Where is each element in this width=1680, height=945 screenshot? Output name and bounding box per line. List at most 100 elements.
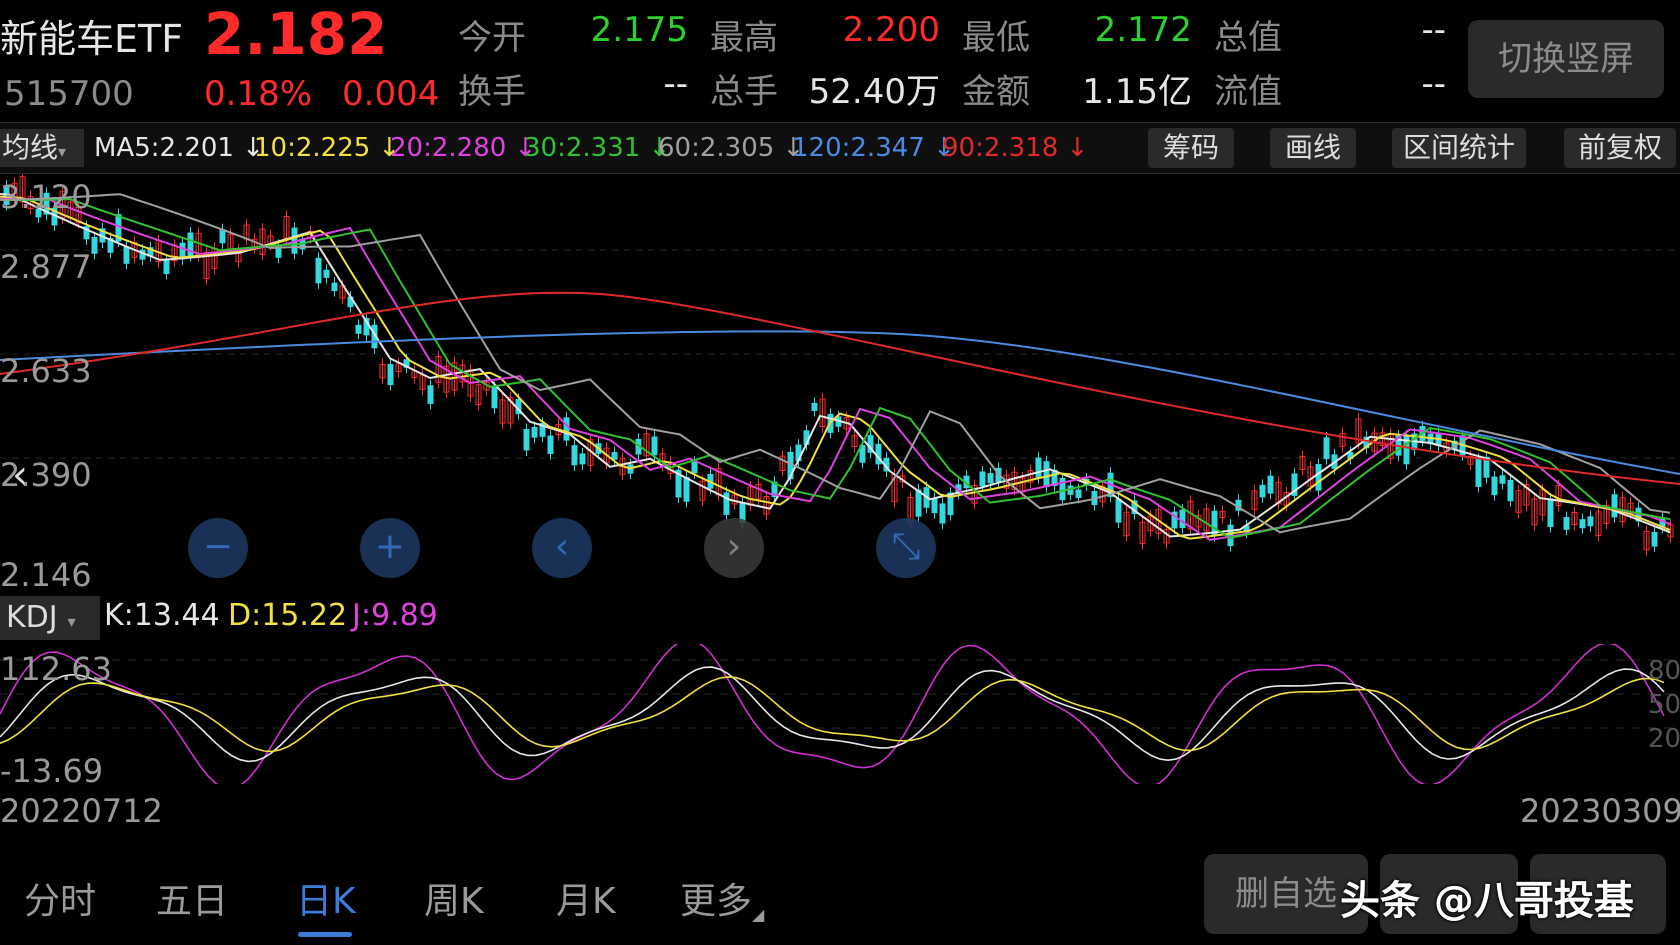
quote-value: --: [1421, 10, 1446, 50]
candle-body: [323, 269, 330, 278]
candle-body: [1315, 464, 1322, 491]
tab-daily-k[interactable]: 日K: [296, 872, 356, 924]
quote-value: 1.15亿: [1082, 72, 1192, 112]
fund-name: 新能车ETF: [0, 17, 184, 61]
candle-body: [1547, 498, 1554, 528]
plus-icon: +: [374, 526, 406, 567]
current-price: 2.182: [204, 0, 388, 68]
kdj-d-value: D:15.22: [228, 598, 348, 633]
ma-line: [0, 291, 1680, 485]
kdj-right-label: 50: [1648, 690, 1680, 720]
candle-body: [1043, 461, 1050, 488]
watermark: 头条 @八哥投基: [1340, 878, 1634, 924]
quote-label: 总手: [710, 72, 778, 112]
zoom-in-button[interactable]: +: [360, 518, 420, 578]
kdj-selector[interactable]: KDJ ▾: [0, 596, 100, 640]
ma-value: 60:2.305 ↓: [658, 133, 805, 163]
draw-line-button[interactable]: 画线: [1270, 128, 1356, 168]
quote-label: 最低: [962, 18, 1030, 58]
switch-portrait-button[interactable]: 切换竖屏: [1468, 20, 1664, 98]
candle-body: [691, 461, 698, 474]
candle-body: [651, 436, 658, 456]
candle-body: [331, 282, 338, 292]
candle-body: [123, 246, 130, 264]
price-axis-label: 2.877: [0, 248, 92, 286]
kdj-chart[interactable]: [0, 644, 1680, 784]
moving-average-bar: 均线▾ MA5:2.201 ↓ 10:2.225 ↓ 20:2.280 ↓ 30:2.…: [0, 122, 1680, 174]
end-date: 20230309: [1520, 792, 1680, 830]
candlestick-chart[interactable]: [0, 174, 1680, 588]
pan-left-button[interactable]: ‹: [532, 518, 592, 578]
kdj-k-value: K:13.44: [104, 598, 220, 633]
ma-value: MA5:2.201 ↓: [94, 133, 265, 163]
candle-body: [939, 503, 946, 524]
quote-label: 换手: [458, 72, 526, 112]
candle-body: [1611, 494, 1618, 518]
candle-body: [1179, 509, 1186, 529]
tab-more-label: 更多: [680, 881, 753, 922]
tab-intraday[interactable]: 分时: [24, 872, 96, 924]
candle-body: [1499, 475, 1506, 484]
quote-value: --: [1421, 64, 1446, 104]
candle-body: [355, 324, 362, 334]
forward-adjust-button[interactable]: 前复权: [1564, 128, 1676, 168]
ma-line: [0, 330, 1680, 475]
chevron-right-icon: ›: [726, 526, 742, 567]
candle-body: [811, 402, 818, 412]
candle-body: [1075, 489, 1082, 498]
kdj-right-label: 80: [1648, 656, 1680, 686]
range-stats-button[interactable]: 区间统计: [1392, 128, 1526, 168]
start-date: 20220712: [0, 792, 163, 830]
candle-body: [1323, 437, 1330, 460]
chip-button[interactable]: 筹码: [1148, 128, 1234, 168]
candle-body: [491, 386, 498, 409]
collapse-button[interactable]: ⤡: [876, 518, 936, 578]
quote-value: 2.175: [590, 10, 688, 50]
ma-value: 120:2.347 ↓: [792, 133, 955, 163]
chevron-left-icon: ‹: [554, 526, 570, 567]
candle-body: [219, 229, 226, 244]
kdj-selector-label: KDJ: [6, 600, 58, 635]
indicator-selector[interactable]: 均线▾: [0, 129, 84, 167]
scroll-left-icon[interactable]: ‹: [12, 452, 28, 498]
zoom-out-button[interactable]: −: [188, 518, 248, 578]
candle-body: [683, 477, 690, 502]
percent-change: 0.18%: [204, 74, 313, 114]
ma-line: [0, 193, 1671, 534]
kdj-right-label: 20: [1648, 724, 1680, 754]
candle-body: [579, 453, 586, 465]
candle-body: [979, 471, 986, 487]
pan-right-button[interactable]: ›: [704, 518, 764, 578]
ma-value: 20:2.280 ↓: [390, 133, 537, 163]
quote-label: 金额: [962, 72, 1030, 112]
candle-body: [915, 489, 922, 517]
candle-body: [571, 445, 578, 466]
price-axis-label: 3.120: [0, 178, 92, 216]
quote-label: 总值: [1214, 18, 1282, 58]
quote-label: 最高: [710, 18, 778, 58]
tab-more[interactable]: 更多◢: [680, 872, 764, 924]
candle-body: [547, 435, 554, 454]
price-change: 0.004: [342, 74, 440, 114]
minus-icon: −: [202, 526, 234, 567]
dropdown-caret-icon: ▾: [67, 612, 76, 631]
tab-monthly-k[interactable]: 月K: [556, 872, 616, 924]
candle-body: [931, 497, 938, 514]
indicator-selector-label: 均线: [2, 131, 59, 164]
fund-code: 515700: [4, 74, 134, 114]
candle-body: [563, 417, 570, 441]
candle-body: [523, 428, 530, 451]
candle-body: [1115, 498, 1122, 523]
corner-arrow-icon: ◢: [752, 905, 765, 924]
candle-body: [1491, 476, 1498, 496]
candle-body: [531, 426, 538, 438]
candle-body: [1579, 519, 1586, 529]
quote-value: 2.200: [842, 10, 940, 50]
tab-weekly-k[interactable]: 周K: [424, 872, 484, 924]
candle-body: [987, 473, 994, 484]
tab-five-day[interactable]: 五日: [156, 872, 228, 924]
price-axis-label: 2.146: [0, 556, 92, 594]
price-axis-label: 2.633: [0, 352, 92, 390]
quote-value: 2.172: [1094, 10, 1192, 50]
kdj-axis-label: -13.69: [0, 752, 104, 790]
